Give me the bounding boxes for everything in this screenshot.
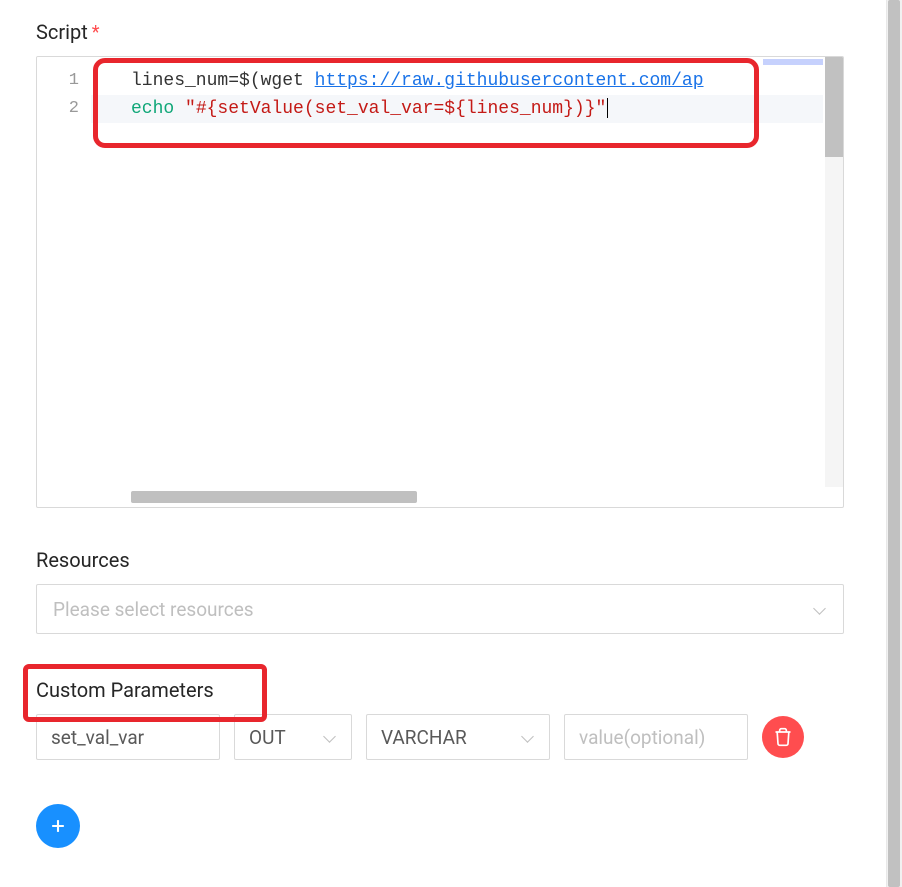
editor-vertical-scrollbar[interactable] <box>825 57 843 487</box>
chevron-down-icon <box>813 602 827 616</box>
chevron-down-icon <box>323 730 337 744</box>
code-token-url: https://raw.githubusercontent.com/ap <box>315 71 704 91</box>
resources-label: Resources <box>36 548 844 572</box>
param-name-value: set_val_var <box>51 726 144 749</box>
script-field-label: Script * <box>36 20 844 44</box>
resources-select[interactable]: Please select resources <box>36 584 844 634</box>
editor-cursor <box>607 98 608 118</box>
trash-icon <box>773 727 793 747</box>
page-vertical-scrollbar-thumb[interactable] <box>888 0 900 887</box>
param-type-select[interactable]: VARCHAR <box>366 714 550 760</box>
editor-code-area[interactable]: lines_num=$(wget https://raw.githubuserc… <box>91 57 823 123</box>
code-token-string: "#{setValue(set_val_var=${lines_num})}" <box>185 99 606 119</box>
resources-placeholder: Please select resources <box>53 598 254 621</box>
editor-horizontal-scrollbar[interactable] <box>91 491 823 503</box>
editor-minimap-marker <box>763 59 823 65</box>
param-type-value: VARCHAR <box>381 726 467 749</box>
param-value-placeholder: value(optional) <box>579 726 705 749</box>
chevron-down-icon <box>521 730 535 744</box>
script-label-text: Script <box>36 20 88 44</box>
line-number: 1 <box>37 67 91 95</box>
custom-parameters-label: Custom Parameters <box>36 678 844 702</box>
delete-param-button[interactable] <box>762 716 804 758</box>
code-line-active[interactable]: echo "#{setValue(set_val_var=${lines_num… <box>91 95 823 123</box>
code-line[interactable]: lines_num=$(wget https://raw.githubuserc… <box>91 67 823 95</box>
custom-param-row: set_val_var OUT VARCHAR value(optional) <box>36 714 844 760</box>
form-content: Script * 1 2 lines_num=$(wget https://ra… <box>0 0 880 868</box>
editor-gutter: 1 2 <box>37 57 91 487</box>
code-token-keyword: echo <box>131 99 174 119</box>
add-param-button[interactable] <box>36 804 80 848</box>
line-number: 2 <box>37 95 91 123</box>
code-token: lines_num=$(wget <box>131 71 315 91</box>
editor-vertical-scrollbar-thumb[interactable] <box>825 57 843 157</box>
required-asterisk: * <box>92 22 100 43</box>
param-value-input[interactable]: value(optional) <box>564 714 748 760</box>
param-direction-value: OUT <box>249 726 286 749</box>
plus-icon <box>48 816 68 836</box>
code-token <box>174 99 185 119</box>
script-code-editor[interactable]: 1 2 lines_num=$(wget https://raw.githubu… <box>36 56 844 508</box>
page-vertical-scrollbar[interactable] <box>886 0 902 887</box>
param-direction-select[interactable]: OUT <box>234 714 352 760</box>
editor-horizontal-scrollbar-thumb[interactable] <box>131 491 417 503</box>
param-name-input[interactable]: set_val_var <box>36 714 220 760</box>
